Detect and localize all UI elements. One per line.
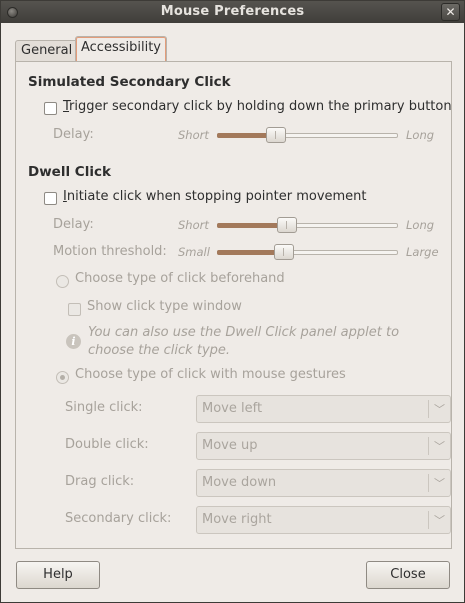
accessibility-panel: Simulated Secondary Click Trigger second… bbox=[15, 61, 452, 549]
choose-beforehand-label[interactable]: Choose type of click beforehand bbox=[75, 271, 285, 286]
window-title: Mouse Preferences bbox=[160, 4, 305, 19]
initiate-dwell-click-label[interactable]: Initiate click when stopping pointer mov… bbox=[63, 189, 367, 204]
chevron-down-icon: ﹀ bbox=[434, 403, 445, 416]
close-button-label: Close bbox=[390, 567, 426, 582]
slider-fill bbox=[217, 223, 281, 228]
drag-click-combo[interactable]: Move down ﹀ bbox=[196, 469, 451, 497]
drag-click-value: Move down bbox=[202, 475, 277, 490]
double-click-label: Double click: bbox=[65, 437, 149, 452]
secondary-click-gesture-value: Move right bbox=[202, 512, 272, 527]
trigger-secondary-click-label[interactable]: Trigger secondary click by holding down … bbox=[63, 99, 452, 114]
slider-fill bbox=[217, 250, 278, 255]
secondary-click-gesture-combo[interactable]: Move right ﹀ bbox=[196, 506, 451, 534]
single-click-label: Single click: bbox=[65, 400, 143, 415]
secondary-delay-min-label: Short bbox=[178, 128, 209, 142]
secondary-delay-label: Delay: bbox=[53, 127, 94, 142]
help-button[interactable]: Help bbox=[16, 561, 100, 589]
trigger-secondary-click-checkbox[interactable] bbox=[44, 102, 57, 115]
motion-threshold-max-label: Large bbox=[406, 245, 439, 259]
help-button-label: Help bbox=[43, 567, 73, 582]
chevron-down-icon: ﹀ bbox=[434, 477, 445, 490]
choose-beforehand-radio[interactable] bbox=[56, 275, 69, 288]
dwell-delay-max-label: Long bbox=[406, 218, 435, 232]
single-click-value: Move left bbox=[202, 401, 263, 416]
double-click-combo[interactable]: Move up ﹀ bbox=[196, 432, 451, 460]
info-text-line-1: You can also use the Dwell Click panel a… bbox=[88, 325, 400, 340]
chevron-down-icon: ﹀ bbox=[434, 440, 445, 453]
motion-threshold-slider[interactable] bbox=[217, 244, 398, 260]
choose-gestures-label[interactable]: Choose type of click with mouse gestures bbox=[75, 367, 346, 382]
tab-accessibility[interactable]: Accessibility bbox=[75, 36, 167, 62]
info-icon: i bbox=[66, 334, 81, 349]
slider-thumb[interactable] bbox=[277, 217, 297, 233]
slider-fill bbox=[217, 133, 270, 138]
secondary-click-heading: Simulated Secondary Click bbox=[28, 74, 231, 90]
slider-thumb[interactable] bbox=[266, 127, 286, 143]
initiate-dwell-click-checkbox[interactable] bbox=[44, 192, 57, 205]
title-bar[interactable]: Mouse Preferences ✕ bbox=[1, 1, 464, 23]
chevron-down-icon: ﹀ bbox=[434, 514, 445, 527]
single-click-combo[interactable]: Move left ﹀ bbox=[196, 395, 451, 423]
secondary-delay-slider[interactable] bbox=[217, 127, 398, 143]
motion-threshold-min-label: Small bbox=[178, 245, 210, 259]
close-button[interactable]: Close bbox=[366, 561, 450, 589]
dwell-delay-slider[interactable] bbox=[217, 217, 398, 233]
show-click-type-window-label[interactable]: Show click type window bbox=[87, 299, 242, 314]
choose-gestures-radio[interactable] bbox=[56, 371, 69, 384]
mouse-preferences-window: Mouse Preferences ✕ General Accessibilit… bbox=[0, 0, 465, 603]
tab-general[interactable]: General bbox=[15, 40, 83, 61]
info-text-line-2: choose the click type. bbox=[88, 343, 231, 358]
show-click-type-window-checkbox[interactable] bbox=[68, 303, 81, 316]
dwell-delay-min-label: Short bbox=[178, 218, 209, 232]
motion-threshold-label: Motion threshold: bbox=[53, 244, 167, 259]
secondary-delay-max-label: Long bbox=[406, 128, 435, 142]
drag-click-label: Drag click: bbox=[65, 474, 135, 489]
secondary-click-gesture-label: Secondary click: bbox=[65, 511, 172, 526]
slider-thumb[interactable] bbox=[274, 244, 294, 260]
dwell-click-heading: Dwell Click bbox=[28, 164, 111, 180]
window-close-button[interactable]: ✕ bbox=[441, 3, 460, 21]
dwell-delay-label: Delay: bbox=[53, 217, 94, 232]
double-click-value: Move up bbox=[202, 438, 258, 453]
